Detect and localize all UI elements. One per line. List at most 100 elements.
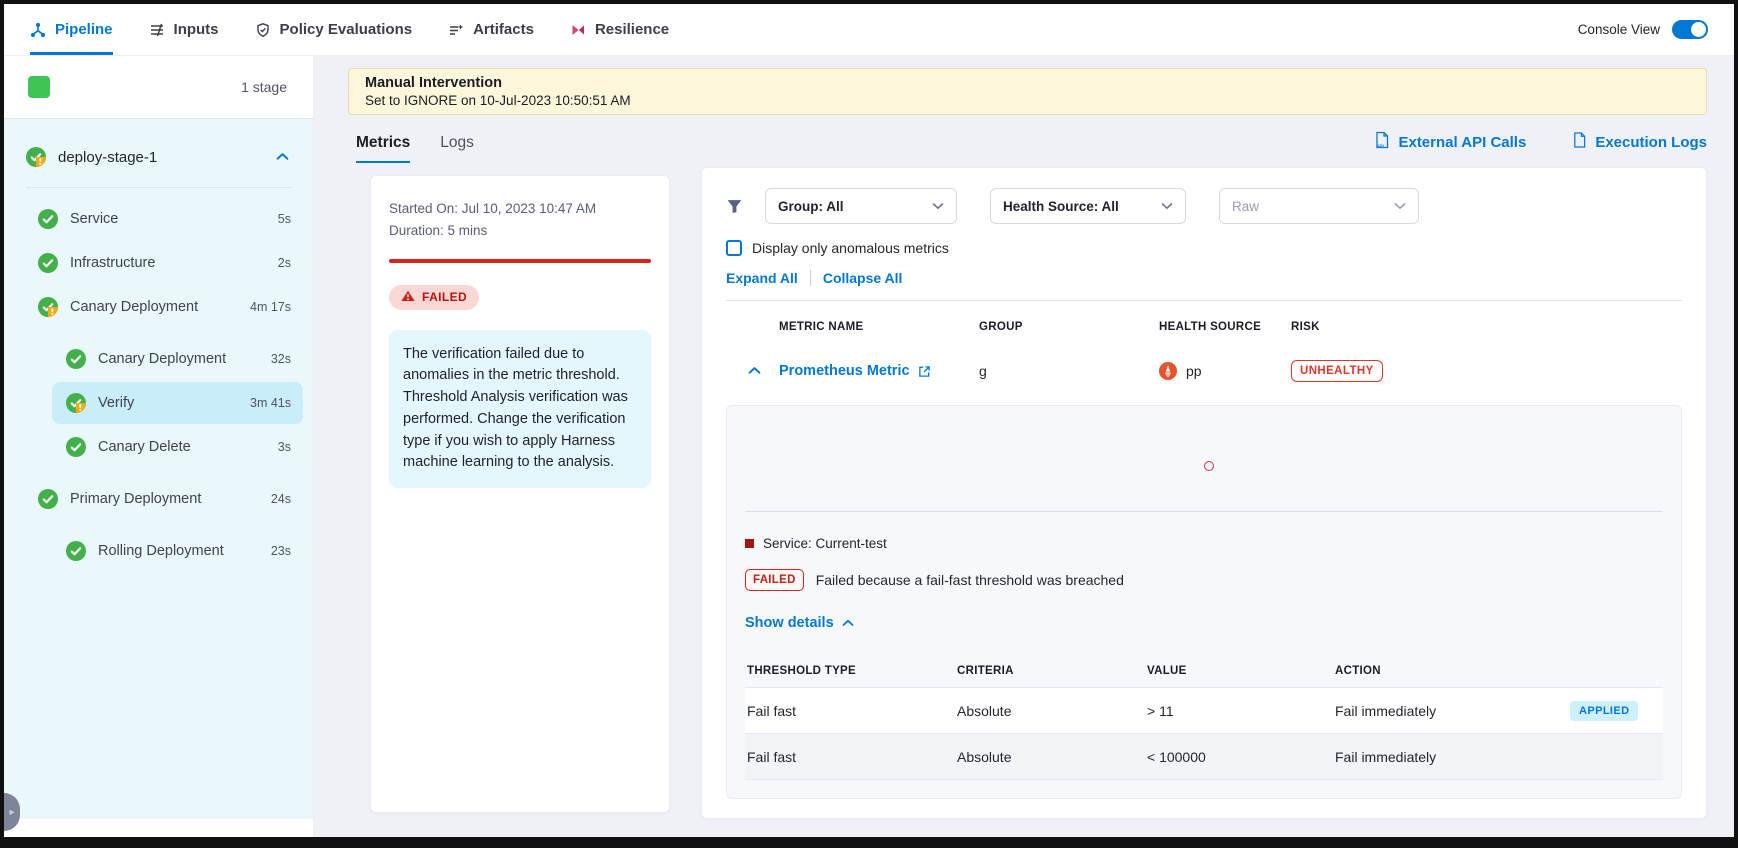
step-label: Infrastructure — [70, 255, 278, 271]
prometheus-icon — [1159, 362, 1177, 380]
step-duration: 5s — [278, 212, 291, 226]
sidebar-step-service[interactable]: Service 5s — [24, 198, 303, 240]
failed-label: FAILED — [422, 290, 467, 304]
step-label: Canary Delete — [98, 439, 278, 455]
show-details-link[interactable]: Show details — [745, 615, 854, 631]
api-document-icon: API — [1374, 131, 1390, 153]
step-label: Canary Deployment — [98, 351, 271, 367]
sidebar-bottom-strip — [4, 819, 313, 837]
failed-status-badge: FAILED — [389, 285, 479, 310]
chevron-down-icon — [1394, 202, 1406, 210]
document-icon — [1572, 131, 1587, 153]
metrics-card: Group: All Health Source: All Raw — [701, 167, 1707, 819]
fail-reason-row: FAILED Failed because a fail-fast thresh… — [745, 569, 1663, 591]
failed-outline-badge: FAILED — [745, 569, 804, 591]
filter-row: Group: All Health Source: All Raw — [726, 188, 1682, 224]
sidebar-step-canary-deployment[interactable]: Canary Deployment 32s — [52, 338, 303, 380]
status-success-icon — [66, 349, 86, 369]
collapse-row-chevron[interactable] — [748, 362, 761, 380]
legend-swatch — [745, 539, 754, 548]
stage-header-deploy-stage-1[interactable]: deploy-stage-1 — [4, 141, 313, 187]
sidebar-step-primary-deployment[interactable]: Primary Deployment 24s — [24, 478, 303, 520]
sidebar-step-canary-deployment-group[interactable]: Canary Deployment 4m 17s — [24, 286, 303, 328]
health-source-label: pp — [1186, 363, 1202, 379]
step-duration: 3m 41s — [250, 396, 291, 410]
sidebar-step-verify[interactable]: Verify 3m 41s — [52, 382, 303, 424]
anomalous-checkbox[interactable] — [726, 240, 742, 256]
threshold-value: > 11 — [1147, 703, 1335, 719]
step-label: Canary Deployment — [70, 299, 250, 315]
console-view-control: Console View — [1578, 4, 1708, 55]
threshold-table-header: THRESHOLD TYPE CRITERIA VALUE ACTION — [745, 654, 1663, 688]
col-risk: RISK — [1291, 321, 1682, 333]
chevron-down-icon — [932, 202, 944, 210]
health-source-filter-dropdown[interactable]: Health Source: All — [990, 188, 1186, 224]
status-success-icon — [38, 209, 58, 229]
col-value: VALUE — [1147, 665, 1335, 677]
started-on: Started On: Jul 10, 2023 10:47 AM — [389, 198, 651, 220]
metric-group-value: g — [979, 363, 1159, 379]
status-success-icon — [38, 253, 58, 273]
chart-data-point[interactable] — [1204, 461, 1214, 471]
threshold-type: Fail fast — [747, 749, 957, 765]
verification-summary-card: Started On: Jul 10, 2023 10:47 AM Durati… — [370, 175, 670, 813]
tab-logs[interactable]: Logs — [440, 134, 474, 163]
divider — [726, 300, 1682, 301]
status-warning-icon — [26, 147, 46, 167]
tab-label: Artifacts — [473, 21, 534, 38]
step-duration: 2s — [278, 256, 291, 270]
banner-subtitle: Set to IGNORE on 10-Jul-2023 10:50:51 AM — [365, 93, 1690, 108]
tab-inputs[interactable]: Inputs — [149, 4, 219, 55]
chart-legend: Service: Current-test — [745, 536, 1663, 551]
dropdown-value: Health Source: All — [1003, 199, 1119, 214]
tab-metrics[interactable]: Metrics — [356, 134, 410, 163]
inputs-icon — [149, 22, 165, 38]
stage-summary: 1 stage — [4, 56, 313, 118]
tab-label: Pipeline — [55, 21, 113, 38]
threshold-criteria: Absolute — [957, 703, 1147, 719]
step-label: Verify — [98, 395, 250, 411]
threshold-type: Fail fast — [747, 703, 957, 719]
group-filter-dropdown[interactable]: Group: All — [765, 188, 957, 224]
screenshot-frame: Pipeline Inputs Policy Evaluations Artif… — [0, 0, 1738, 848]
status-warning-icon — [66, 393, 86, 413]
col-metric-name: METRIC NAME — [779, 321, 979, 333]
sidebar-step-infrastructure[interactable]: Infrastructure 2s — [24, 242, 303, 284]
filter-funnel-icon — [726, 198, 743, 215]
tab-policy-evaluations[interactable]: Policy Evaluations — [255, 4, 413, 55]
tab-artifacts[interactable]: Artifacts — [448, 4, 534, 55]
metric-name-link[interactable]: Prometheus Metric — [779, 363, 979, 379]
collapse-all-link[interactable]: Collapse All — [823, 270, 903, 286]
sidebar-step-canary-delete[interactable]: Canary Delete 3s — [52, 426, 303, 468]
link-label: External API Calls — [1398, 134, 1526, 151]
step-duration: 23s — [271, 544, 291, 558]
tab-pipeline[interactable]: Pipeline — [30, 4, 113, 55]
top-navigation: Pipeline Inputs Policy Evaluations Artif… — [4, 4, 1734, 56]
sidebar-step-rolling-deployment[interactable]: Rolling Deployment 23s — [52, 530, 303, 572]
step-duration: 24s — [271, 492, 291, 506]
raw-filter-dropdown[interactable]: Raw — [1219, 188, 1419, 224]
execution-logs-link[interactable]: Execution Logs — [1572, 131, 1707, 153]
console-view-toggle[interactable] — [1672, 20, 1708, 39]
metric-expanded-panel: Service: Current-test FAILED Failed beca… — [726, 405, 1682, 799]
expand-all-link[interactable]: Expand All — [726, 270, 798, 286]
verification-message: The verification failed due to anomalies… — [389, 330, 651, 489]
manual-intervention-banner: Manual Intervention Set to IGNORE on 10-… — [348, 68, 1707, 115]
resilience-icon — [570, 22, 586, 38]
tab-label: Resilience — [595, 21, 669, 38]
step-duration: 4m 17s — [250, 300, 291, 314]
chevron-up-icon[interactable] — [276, 148, 289, 166]
view-tabs-row: Metrics Logs API External API Calls Exec… — [356, 131, 1707, 163]
fail-reason-text: Failed because a fail-fast threshold was… — [816, 572, 1124, 588]
stage-name: deploy-stage-1 — [58, 149, 276, 166]
threshold-criteria: Absolute — [957, 749, 1147, 765]
chevron-up-icon — [842, 619, 854, 627]
svg-text:API: API — [1377, 144, 1385, 149]
divider — [810, 270, 811, 286]
tab-resilience[interactable]: Resilience — [570, 4, 669, 55]
banner-title: Manual Intervention — [365, 75, 1690, 91]
external-api-calls-link[interactable]: API External API Calls — [1374, 131, 1526, 153]
metrics-table-header: METRIC NAME GROUP HEALTH SOURCE RISK — [726, 321, 1682, 333]
warning-triangle-icon — [401, 290, 415, 305]
threshold-row: Fail fast Absolute > 11 Fail immediately… — [745, 688, 1663, 734]
